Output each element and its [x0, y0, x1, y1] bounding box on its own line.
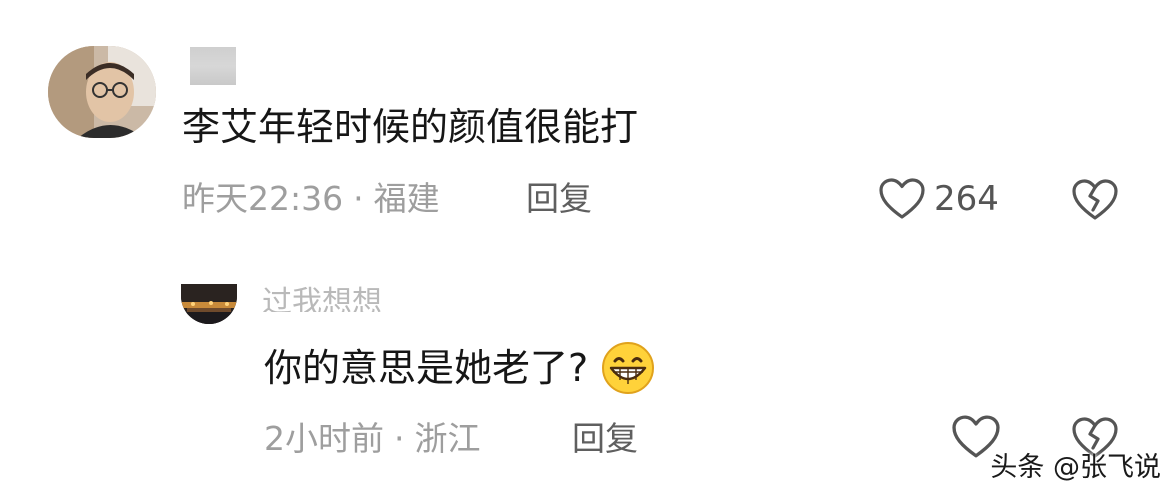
reply-reply-button[interactable]: 回复: [572, 414, 638, 464]
reply-text: 你的意思是她老了?: [264, 346, 589, 390]
watermark: 头条 @张飞说: [990, 452, 1161, 483]
reply-username[interactable]: 过我想想: [262, 276, 422, 313]
heart-outline-icon: [879, 178, 925, 219]
dislike-button[interactable]: [1071, 176, 1119, 224]
reply-text-row: 你的意思是她老了?: [264, 340, 656, 396]
reply-avatar-image: [181, 284, 237, 324]
reply-button[interactable]: 回复: [526, 174, 592, 224]
reply-location: 浙江: [414, 419, 481, 458]
comment-thread: 李艾年轻时候的颜值很能打 昨天22:36 · 福建 回复 264 过我想想 你的意: [0, 0, 1175, 501]
reply-username-text: 过我想想: [262, 285, 382, 313]
comment-time: 昨天22:36: [182, 179, 344, 218]
avatar[interactable]: [48, 46, 156, 138]
meta-separator: ·: [394, 419, 405, 458]
grinning-face-emoji: [602, 342, 655, 394]
avatar-image: [48, 46, 156, 138]
comment-location: 福建: [373, 179, 440, 218]
reply-time: 2小时前: [264, 419, 384, 458]
meta-separator: ·: [353, 179, 364, 218]
username-blurred[interactable]: [190, 47, 236, 85]
broken-heart-icon: [1072, 179, 1118, 220]
comment-meta: 昨天22:36 · 福建: [182, 174, 440, 224]
like-button[interactable]: 264: [878, 174, 999, 224]
reply-avatar[interactable]: [181, 284, 237, 324]
like-count: 264: [934, 179, 999, 219]
reply-meta: 2小时前 · 浙江: [264, 414, 481, 464]
comment-text: 李艾年轻时候的颜值很能打: [182, 105, 639, 149]
